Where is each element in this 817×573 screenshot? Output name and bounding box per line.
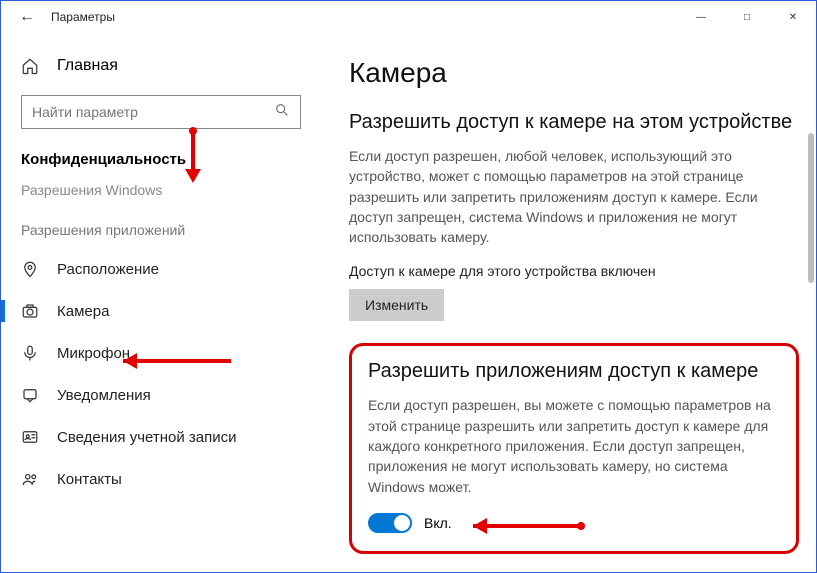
sidebar: Главная Конфиденциальность Разрешения Wi… (1, 33, 321, 572)
section-label: Разрешения приложений (1, 214, 321, 248)
allow-apps-toggle[interactable] (368, 513, 412, 533)
sidebar-item-label: Камера (57, 303, 109, 320)
window-title: Параметры (51, 10, 115, 24)
contacts-icon (21, 470, 41, 488)
search-input-wrapper[interactable] (21, 95, 301, 129)
search-input[interactable] (32, 104, 274, 120)
toggle-state-label: Вкл. (424, 515, 452, 531)
annotation-highlight-box: Разрешить приложениям доступ к камере Ес… (349, 343, 799, 553)
home-link[interactable]: Главная (1, 47, 321, 85)
close-button[interactable]: ✕ (770, 1, 816, 33)
minimize-button[interactable]: — (678, 1, 724, 33)
sidebar-item-location[interactable]: Расположение (1, 248, 321, 290)
section2-title: Разрешить приложениям доступ к камере (368, 360, 780, 383)
change-button[interactable]: Изменить (349, 289, 444, 321)
camera-icon (21, 302, 41, 320)
account-info-icon (21, 428, 41, 446)
home-label: Главная (57, 57, 118, 75)
device-access-status: Доступ к камере для этого устройства вкл… (349, 263, 806, 279)
sidebar-item-microphone[interactable]: Микрофон (1, 332, 321, 374)
sidebar-item-label: Сведения учетной записи (57, 429, 237, 446)
location-icon (21, 260, 41, 278)
sidebar-item-label: Микрофон (57, 345, 130, 362)
back-button[interactable]: ← (7, 1, 47, 33)
microphone-icon (21, 344, 41, 362)
sidebar-item-account-info[interactable]: Сведения учетной записи (1, 416, 321, 458)
search-icon (274, 102, 290, 123)
sidebar-item-contacts[interactable]: Контакты (1, 458, 321, 500)
sidebar-item-camera[interactable]: Камера (1, 290, 321, 332)
titlebar: ← Параметры — □ ✕ (1, 1, 816, 33)
subcategory-label: Разрешения Windows (1, 176, 321, 214)
sidebar-item-label: Контакты (57, 471, 122, 488)
sidebar-item-label: Расположение (57, 261, 159, 278)
section1-title: Разрешить доступ к камере на этом устрой… (349, 111, 806, 134)
section2-body: Если доступ разрешен, вы можете с помощь… (368, 395, 780, 496)
maximize-button[interactable]: □ (724, 1, 770, 33)
notifications-icon (21, 386, 41, 404)
section1-body: Если доступ разрешен, любой человек, исп… (349, 146, 779, 247)
sidebar-item-notifications[interactable]: Уведомления (1, 374, 321, 416)
scrollbar-thumb[interactable] (808, 133, 814, 283)
page-title: Камера (349, 57, 806, 89)
category-label: Конфиденциальность (1, 143, 321, 176)
home-icon (21, 57, 41, 75)
sidebar-item-label: Уведомления (57, 387, 151, 404)
main-content: Камера Разрешить доступ к камере на этом… (321, 33, 816, 572)
